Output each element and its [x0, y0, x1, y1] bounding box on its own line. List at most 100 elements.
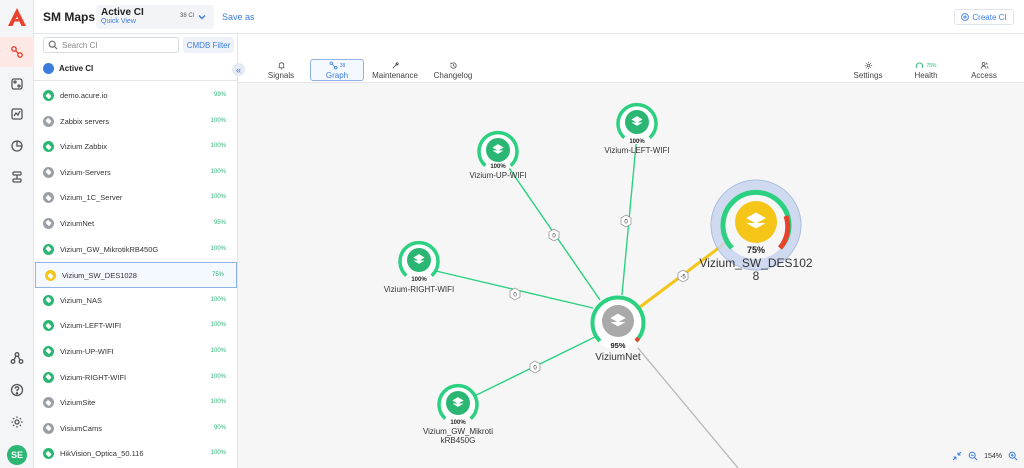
ci-list-item[interactable]: Zabbix servers 100% — [34, 109, 238, 135]
integrations-nav-icon[interactable] — [8, 349, 26, 367]
ci-list-item[interactable]: Vizium_NAS 100% — [34, 288, 238, 314]
acure-logo[interactable] — [6, 6, 28, 28]
tab-access[interactable]: Access — [966, 59, 1002, 81]
tab-health[interactable]: 75% Health — [908, 59, 944, 81]
zoom-in-icon[interactable] — [1008, 451, 1018, 461]
ci-health-pct: 75% — [211, 272, 224, 279]
search-input[interactable] — [62, 39, 172, 51]
edge-label-right: 0 — [509, 287, 521, 301]
ci-health-pct: 100% — [210, 296, 226, 303]
node-right-wifi[interactable]: 100% Vizium-RIGHT-WIFI — [384, 240, 455, 294]
ci-name: Vizium_GW_MikrotikRB450G — [60, 244, 159, 254]
ci-list-item[interactable]: VisiumCams 90% — [34, 416, 238, 442]
collapse-sidebar-button[interactable]: « — [232, 63, 245, 76]
tab-access-label: Access — [971, 70, 997, 80]
node-gw[interactable]: 100% Vizium_GW_Mikroti kRB450G — [423, 383, 493, 445]
ci-list-item[interactable]: ViziumSite 100% — [34, 390, 238, 416]
ci-health-pct: 100% — [210, 117, 226, 124]
ci-list-item[interactable]: Vizium-RIGHT-WIFI 100% — [34, 365, 238, 391]
ci-name: Vizium_SW_DES1028 — [62, 271, 137, 281]
ci-list: demo.acure.io 99% Zabbix servers 100% Vizium… — [34, 83, 238, 467]
ci-list-item[interactable]: ViziumNet 95% — [34, 211, 238, 237]
ci-status-icon — [43, 166, 54, 178]
ci-list-item[interactable]: demo.acure.io 99% — [34, 83, 238, 109]
ci-health-pct: 100% — [210, 168, 226, 175]
reports-nav-icon[interactable] — [8, 137, 26, 155]
svg-text:-5: -5 — [680, 275, 686, 281]
gear-icon[interactable] — [8, 413, 26, 431]
tab-settings[interactable]: Settings — [850, 59, 886, 81]
fit-to-screen-icon[interactable] — [952, 451, 962, 461]
active-ci-header[interactable]: Active CI — [34, 57, 238, 81]
search-icon — [48, 40, 58, 50]
app-rail: SE — [0, 0, 34, 468]
ci-list-item[interactable]: Vizium-LEFT-WIFI 100% — [34, 313, 238, 339]
edge-gw[interactable] — [457, 335, 598, 405]
ci-health-pct: 90% — [213, 424, 226, 431]
ci-list-item[interactable]: HikVision_Optica_50.116 100% — [34, 441, 238, 467]
svg-text:8: 8 — [753, 269, 760, 283]
ci-view-selector[interactable]: Active CI Quick View 38 CI — [96, 5, 214, 29]
svg-text:100%: 100% — [490, 164, 506, 170]
svg-text:100%: 100% — [629, 139, 645, 145]
graph-canvas[interactable]: 0 0 0 0 -5 100% Vizium-UP-WIFI 100% Vizi… — [238, 83, 1024, 468]
users-icon — [980, 61, 989, 69]
ci-health-pct: 100% — [210, 347, 226, 354]
ci-name: Vizium-UP-WIFI — [60, 346, 114, 356]
tab-health-label: Health — [914, 70, 938, 80]
ci-status-icon — [43, 448, 54, 460]
user-avatar[interactable]: SE — [7, 445, 27, 465]
ci-list-item[interactable]: Vizium_1C_Server 100% — [34, 185, 238, 211]
edge-label-up: 0 — [548, 228, 560, 242]
ci-graph[interactable]: 0 0 0 0 -5 100% Vizium-UP-WIFI 100% Vizi… — [238, 83, 1024, 468]
ci-health-pct: 95% — [213, 219, 226, 226]
ci-name: ViziumSite — [60, 398, 96, 408]
sm-maps-nav-icon[interactable] — [0, 37, 34, 67]
ci-list-item[interactable]: Vizium_SW_DES1028 75% — [35, 262, 237, 288]
ci-status-icon — [43, 422, 54, 434]
svg-text:Vizium-LEFT-WIFI: Vizium-LEFT-WIFI — [604, 146, 669, 155]
ci-view-subtitle: Quick View — [101, 18, 136, 25]
graph-icon — [329, 61, 338, 69]
tab-settings-label: Settings — [853, 70, 883, 80]
ci-name: Vizium-Servers — [60, 167, 111, 177]
node-up-wifi[interactable]: 100% Vizium-UP-WIFI — [469, 130, 527, 180]
ci-status-icon — [43, 294, 54, 306]
node-sw[interactable]: 75% Vizium_SW_DES102 8 — [699, 179, 813, 283]
ci-health-pct: 99% — [213, 92, 226, 98]
ci-sidebar: CMDB Filter Active CI « demo.acure.io 99%… — [34, 34, 245, 468]
ci-health-pct: 100% — [210, 194, 226, 201]
zoom-out-icon[interactable] — [968, 451, 978, 461]
workflow-nav-icon[interactable] — [8, 168, 26, 186]
ci-status-icon — [43, 397, 54, 409]
tab-signals[interactable]: Signals — [260, 59, 302, 81]
edge-label-gw: 0 — [529, 360, 541, 374]
help-icon[interactable] — [8, 381, 26, 399]
node-left-wifi[interactable]: 100% Vizium-LEFT-WIFI — [604, 102, 670, 155]
node-net[interactable]: 95% ViziumNet — [590, 295, 646, 363]
ci-status-icon — [43, 141, 54, 153]
ci-list-item[interactable]: Vizium-UP-WIFI 100% — [34, 339, 238, 365]
top-header: SM Maps Active CI Quick View 38 CI Save … — [34, 0, 1024, 34]
edge-left-wifi[interactable] — [621, 133, 638, 296]
create-ci-label: Create CI — [972, 12, 1007, 22]
ci-list-item[interactable]: Vizium Zabbix 100% — [34, 134, 238, 160]
dashboard-nav-icon[interactable] — [8, 75, 26, 93]
svg-text:Vizium_SW_DES102: Vizium_SW_DES102 — [699, 256, 812, 270]
tab-graph[interactable]: 38 Graph — [310, 59, 364, 81]
chevron-down-icon — [198, 15, 206, 20]
svg-text:75%: 75% — [747, 245, 765, 255]
save-as-link[interactable]: Save as — [222, 12, 255, 22]
svg-text:Vizium-RIGHT-WIFI: Vizium-RIGHT-WIFI — [384, 285, 455, 294]
tab-changelog[interactable]: Changelog — [430, 59, 476, 81]
plus-circle-icon — [961, 13, 970, 21]
view-toolbar: Signals 38 Graph Maintenance Changelog S… — [238, 57, 1024, 83]
tab-maintenance[interactable]: Maintenance — [370, 59, 420, 81]
create-ci-button[interactable]: Create CI — [954, 9, 1014, 25]
edge-net-down[interactable] — [637, 347, 739, 468]
ci-list-item[interactable]: Vizium-Servers 100% — [34, 160, 238, 186]
automation-nav-icon[interactable] — [8, 105, 26, 123]
ci-health-pct: 100% — [210, 399, 226, 406]
cmdb-filter-button[interactable]: CMDB Filter — [183, 37, 234, 53]
ci-list-item[interactable]: Vizium_GW_MikrotikRB450G 100% — [34, 237, 238, 263]
